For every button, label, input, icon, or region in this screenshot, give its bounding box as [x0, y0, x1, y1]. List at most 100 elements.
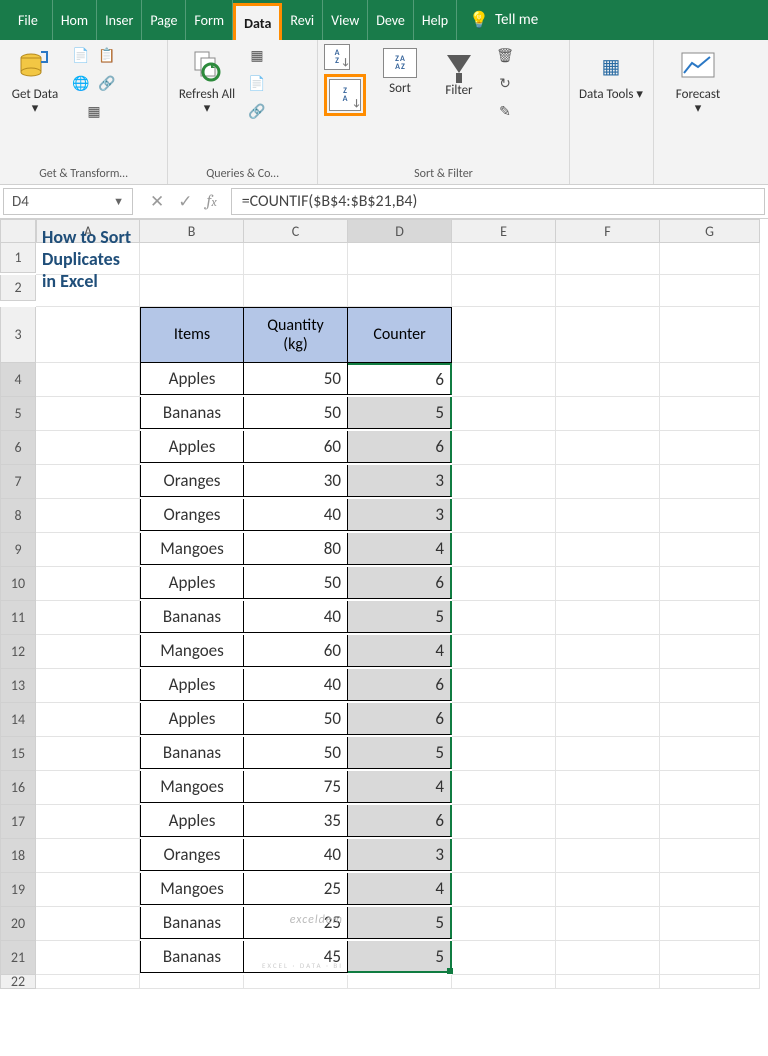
row-header[interactable]: 18	[0, 839, 36, 873]
forecast-button[interactable]: Forecast▾	[660, 44, 736, 121]
advanced-filter-icon[interactable]: ✎	[494, 100, 516, 122]
table-cell-items[interactable]: Oranges	[140, 499, 244, 531]
table-cell-qty[interactable]: 50	[244, 737, 348, 769]
insert-function-icon[interactable]: fx	[207, 192, 217, 211]
table-cell-counter[interactable]: 6	[348, 363, 452, 395]
row-header[interactable]: 20	[0, 907, 36, 941]
table-cell-qty[interactable]: 30	[244, 465, 348, 497]
table-cell-counter[interactable]: 4	[348, 635, 452, 667]
table-cell-qty[interactable]: 40	[244, 839, 348, 871]
from-web-icon[interactable]: 📋	[96, 44, 118, 66]
table-cell-items[interactable]: Bananas	[140, 737, 244, 769]
row-header[interactable]: 1	[0, 243, 36, 273]
row-header[interactable]: 8	[0, 499, 36, 533]
table-cell-items[interactable]: Oranges	[140, 465, 244, 497]
data-tools-button[interactable]: ▦ Data Tools ▾	[576, 44, 646, 106]
table-cell-counter[interactable]: 6	[348, 805, 452, 837]
from-table-icon[interactable]: 🌐	[70, 72, 92, 94]
table-cell-items[interactable]: Apples	[140, 431, 244, 463]
tab-view[interactable]: View	[323, 0, 368, 40]
table-cell-qty[interactable]: 25	[244, 873, 348, 905]
table-cell-items[interactable]: Bananas	[140, 601, 244, 633]
enter-formula-icon[interactable]: ✓	[178, 191, 192, 212]
row-header[interactable]: 17	[0, 805, 36, 839]
tab-developer[interactable]: Deve	[368, 0, 414, 40]
row-header[interactable]: 2	[0, 275, 36, 301]
table-cell-qty[interactable]: 80	[244, 533, 348, 565]
name-box-dropdown-icon[interactable]: ▼	[113, 195, 124, 208]
tab-file[interactable]: File	[10, 0, 53, 40]
col-header-f[interactable]: F	[556, 219, 660, 243]
table-header-counter[interactable]: Counter	[348, 307, 452, 363]
tab-page-layout[interactable]: Page	[142, 0, 186, 40]
table-cell-items[interactable]: Oranges	[140, 839, 244, 871]
formula-input[interactable]: =COUNTIF($B$4:$B$21,B4)	[231, 188, 765, 215]
table-cell-counter[interactable]: 4	[348, 873, 452, 905]
table-header-qty[interactable]: Quantity(kg)	[244, 307, 348, 363]
table-cell-counter[interactable]: 6	[348, 431, 452, 463]
table-cell-items[interactable]: Bananas	[140, 907, 244, 939]
row-header[interactable]: 14	[0, 703, 36, 737]
table-cell-counter[interactable]: 5	[348, 907, 452, 939]
table-cell-qty[interactable]: 40	[244, 669, 348, 701]
table-cell-qty[interactable]: 50	[244, 397, 348, 429]
table-cell-items[interactable]: Apples	[140, 703, 244, 735]
filter-button[interactable]: Filter	[434, 44, 484, 102]
row-header[interactable]: 3	[0, 307, 36, 363]
reapply-icon[interactable]: ↻	[494, 72, 516, 94]
table-cell-items[interactable]: Mangoes	[140, 771, 244, 803]
tab-review[interactable]: Revi	[282, 0, 323, 40]
recent-sources-icon[interactable]: 🔗	[96, 72, 118, 94]
table-cell-qty[interactable]: 75	[244, 771, 348, 803]
clear-filter-icon[interactable]: 🗑	[494, 44, 516, 66]
table-cell-counter[interactable]: 6	[348, 703, 452, 735]
from-text-icon[interactable]: 📄	[70, 44, 92, 66]
col-header-b[interactable]: B	[140, 219, 244, 243]
row-header[interactable]: 11	[0, 601, 36, 635]
sort-descending-button[interactable]: ZA↓	[324, 74, 366, 116]
tab-data[interactable]: Data	[233, 3, 282, 40]
table-cell-counter[interactable]: 6	[348, 567, 452, 599]
name-box[interactable]: D4 ▼	[3, 188, 133, 215]
refresh-all-button[interactable]: Refresh All ▾	[174, 44, 240, 121]
tab-home[interactable]: Hom	[53, 0, 97, 40]
col-header-g[interactable]: G	[660, 219, 760, 243]
table-cell-qty[interactable]: 35	[244, 805, 348, 837]
table-cell-qty[interactable]: 50	[244, 363, 348, 395]
table-cell-counter[interactable]: 6	[348, 669, 452, 701]
table-header-items[interactable]: Items	[140, 307, 244, 363]
cell[interactable]: How to Sort Duplicates in Excel	[36, 243, 140, 275]
row-header[interactable]: 5	[0, 397, 36, 431]
row-header[interactable]: 9	[0, 533, 36, 567]
row-header[interactable]: 19	[0, 873, 36, 907]
cancel-formula-icon[interactable]: ✕	[150, 191, 164, 212]
table-cell-counter[interactable]: 5	[348, 737, 452, 769]
row-header[interactable]: 16	[0, 771, 36, 805]
tab-insert[interactable]: Inser	[97, 0, 142, 40]
table-cell-qty[interactable]: 50	[244, 703, 348, 735]
row-header[interactable]: 7	[0, 465, 36, 499]
row-header[interactable]: 21	[0, 941, 36, 975]
row-header[interactable]: 13	[0, 669, 36, 703]
col-header-c[interactable]: C	[244, 219, 348, 243]
table-cell-items[interactable]: Apples	[140, 805, 244, 837]
edit-links-icon[interactable]: 🔗	[246, 100, 268, 122]
row-header[interactable]: 12	[0, 635, 36, 669]
table-cell-counter[interactable]: 4	[348, 533, 452, 565]
table-cell-counter[interactable]: 5	[348, 397, 452, 429]
tab-help[interactable]: Help	[414, 0, 457, 40]
table-cell-qty[interactable]: 45EXCEL · DATA · BI	[244, 941, 348, 973]
table-cell-counter[interactable]: 3	[348, 839, 452, 871]
table-cell-counter[interactable]: 3	[348, 499, 452, 531]
table-cell-qty[interactable]: 25exceldem	[244, 907, 348, 939]
table-cell-qty[interactable]: 60	[244, 635, 348, 667]
row-header[interactable]: 15	[0, 737, 36, 771]
table-cell-items[interactable]: Apples	[140, 363, 244, 395]
table-cell-counter[interactable]: 5	[348, 601, 452, 633]
table-cell-counter[interactable]: 4	[348, 771, 452, 803]
table-cell-qty[interactable]: 60	[244, 431, 348, 463]
queries-icon[interactable]: ▦	[246, 44, 268, 66]
table-cell-qty[interactable]: 40	[244, 601, 348, 633]
row-header[interactable]: 4	[0, 363, 36, 397]
table-cell-counter[interactable]: 5	[348, 941, 452, 973]
